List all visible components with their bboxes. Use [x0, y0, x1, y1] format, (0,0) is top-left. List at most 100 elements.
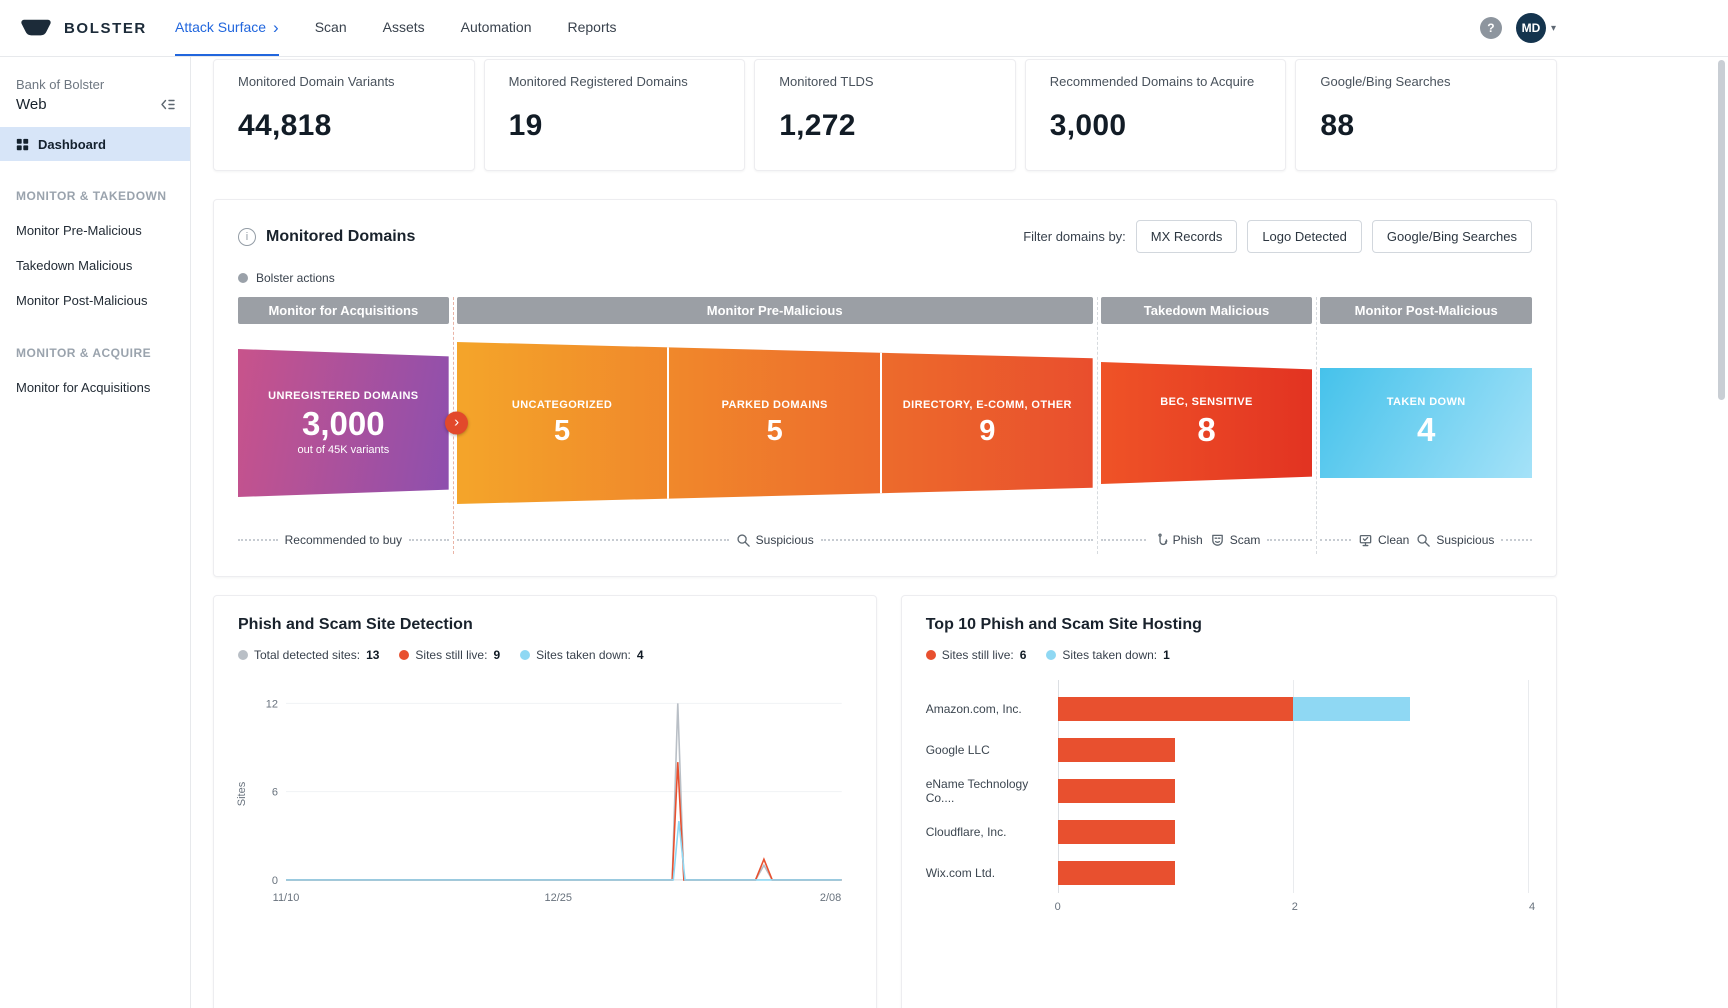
sidebar-item-monitor-for-acquisitions[interactable]: Monitor for Acquisitions: [0, 370, 190, 405]
sidebar: Bank of Bolster Web Dashboard MONITOR & …: [0, 57, 191, 1008]
funnel-segment-uncategorized[interactable]: UNCATEGORIZED 5: [457, 342, 670, 504]
column-footer: Recommended to buy: [238, 526, 449, 554]
nav-item-label: Automation: [461, 19, 532, 35]
stat-label: Monitored Registered Domains: [509, 74, 721, 89]
org-name: Bank of Bolster: [0, 57, 190, 94]
stat-card-monitored-domain-variants: Monitored Domain Variants 44,818: [213, 59, 475, 171]
x-tick-label: 0: [1055, 901, 1061, 913]
legend-dot: [399, 650, 409, 660]
legend-sites-still-live: Sites still live: 6: [926, 648, 1027, 662]
stat-card-monitored-registered-domains: Monitored Registered Domains 19: [484, 59, 746, 171]
block-value: 4: [1417, 411, 1435, 449]
sidebar-item-monitor-post-malicious[interactable]: Monitor Post-Malicious: [0, 283, 190, 318]
legend-sites-taken-down: Sites taken down: 1: [1046, 648, 1169, 662]
sidebar-item-dashboard[interactable]: Dashboard: [0, 127, 190, 161]
brand[interactable]: BOLSTER: [0, 0, 175, 56]
line-chart-svg: 061211/1012/252/08: [252, 686, 852, 908]
segment-label: PARKED DOMAINS: [722, 399, 828, 411]
nav-item-scan[interactable]: Scan: [315, 0, 347, 56]
chevron-down-icon: ▾: [1551, 23, 1556, 34]
bar-x-axis: 024: [1058, 901, 1532, 917]
stat-value: 88: [1320, 109, 1532, 143]
sidebar-item-label: Dashboard: [38, 137, 106, 152]
avatar[interactable]: MD: [1516, 13, 1546, 43]
stats-row: Monitored Domain Variants 44,818 Monitor…: [213, 59, 1557, 171]
info-icon[interactable]: i: [238, 228, 256, 246]
hosting-legend: Sites still live: 6 Sites taken down: 1: [926, 648, 1532, 662]
nav-item-assets[interactable]: Assets: [383, 0, 425, 56]
nav-right: ? MD ▾: [1480, 0, 1728, 56]
scrollbar[interactable]: [1718, 60, 1725, 400]
segment-value: 5: [554, 415, 570, 448]
stat-label: Google/Bing Searches: [1320, 74, 1532, 89]
legend-sites-still-live: Sites still live: 9: [399, 648, 500, 662]
legend-dot: [1046, 650, 1056, 660]
dotted-leader: [409, 539, 449, 541]
footer-label: Scam: [1230, 533, 1261, 547]
dotted-leader: [1267, 539, 1312, 541]
nav-item-reports[interactable]: Reports: [567, 0, 616, 56]
clean-indicator: Clean: [1358, 533, 1409, 548]
legend-label: Sites still live:: [942, 648, 1014, 662]
funnel-block-bec-sensitive[interactable]: BEC, SENSITIVE 8: [1101, 362, 1313, 484]
sidebar-item-monitor-pre-malicious[interactable]: Monitor Pre-Malicious: [0, 213, 190, 248]
filter-bar: Filter domains by: MX Records Logo Detec…: [1023, 220, 1532, 253]
top-nav: BOLSTER Attack Surface › Scan Assets Aut…: [0, 0, 1728, 57]
column-footer: Clean Suspicious: [1320, 526, 1532, 554]
funnel-segment-directory-ecomm-other[interactable]: DIRECTORY, E-COMM, OTHER 9: [882, 342, 1093, 504]
bar-track: [1058, 697, 1528, 721]
column-takedown-malicious: Takedown Malicious BEC, SENSITIVE 8 Phis…: [1101, 297, 1313, 554]
dotted-leader: [1501, 539, 1532, 541]
funnel-block-taken-down[interactable]: TAKEN DOWN 4: [1320, 368, 1532, 478]
bar-segment: [1293, 697, 1411, 721]
footer-label: Suspicious: [756, 533, 814, 547]
nav-item-label: Assets: [383, 19, 425, 35]
stat-label: Recommended Domains to Acquire: [1050, 74, 1262, 89]
help-icon[interactable]: ?: [1480, 17, 1502, 39]
stat-card-recommended-domains: Recommended Domains to Acquire 3,000: [1025, 59, 1287, 171]
user-menu[interactable]: MD ▾: [1516, 13, 1556, 43]
legend-dot: [926, 650, 936, 660]
block-value: 3,000: [302, 405, 385, 443]
funnel: Monitor for Acquisitions UNREGISTERED DO…: [238, 297, 1532, 554]
column-header: Monitor Post-Malicious: [1320, 297, 1532, 324]
detection-legend: Total detected sites: 13 Sites still liv…: [238, 648, 852, 662]
bar-track: [1058, 738, 1528, 762]
detection-line-chart: Sites 061211/1012/252/08: [238, 686, 852, 908]
legend-value: 4: [637, 648, 644, 662]
nav-item-attack-surface[interactable]: Attack Surface ›: [175, 0, 279, 56]
sidebar-item-takedown-malicious[interactable]: Takedown Malicious: [0, 248, 190, 283]
block-subtext: out of 45K variants: [297, 444, 389, 456]
sidebar-collapse-icon[interactable]: [159, 97, 176, 112]
stat-card-google-bing-searches: Google/Bing Searches 88: [1295, 59, 1557, 171]
funnel-arrow-button[interactable]: ›: [445, 412, 468, 435]
scam-indicator: Scam: [1210, 533, 1261, 548]
bar-row: eName Technology Co....: [926, 770, 1532, 811]
nav-item-label: Reports: [567, 19, 616, 35]
nav-item-automation[interactable]: Automation: [461, 0, 532, 56]
legend-value: 6: [1020, 648, 1027, 662]
segment-value: 9: [979, 415, 995, 448]
filter-google-bing-button[interactable]: Google/Bing Searches: [1372, 220, 1532, 253]
bar-row: Google LLC: [926, 729, 1532, 770]
block-label: TAKEN DOWN: [1387, 396, 1466, 408]
dotted-leader: [238, 539, 278, 541]
stat-value: 19: [509, 109, 721, 143]
top-hosting-card: Top 10 Phish and Scam Site Hosting Sites…: [901, 595, 1557, 1008]
filter-label: Filter domains by:: [1023, 229, 1126, 244]
bar-segment: [1058, 861, 1176, 885]
phish-scam-detection-card: Phish and Scam Site Detection Total dete…: [213, 595, 877, 1008]
bar-category-label: Amazon.com, Inc.: [926, 702, 1058, 716]
dashboard-icon: [16, 138, 29, 151]
workspace-name: Web: [16, 96, 47, 113]
stat-label: Monitored TLDS: [779, 74, 991, 89]
funnel-segment-parked-domains[interactable]: PARKED DOMAINS 5: [669, 342, 882, 504]
segment-value: 5: [767, 415, 783, 448]
filter-mx-records-button[interactable]: MX Records: [1136, 220, 1238, 253]
funnel-block-unregistered-domains[interactable]: UNREGISTERED DOMAINS 3,000 out of 45K va…: [238, 349, 449, 497]
stat-value: 3,000: [1050, 109, 1262, 143]
legend-label: Total detected sites:: [254, 648, 360, 662]
dotted-leader: [457, 539, 729, 541]
phish-hook-icon: [1153, 533, 1168, 548]
filter-logo-detected-button[interactable]: Logo Detected: [1247, 220, 1362, 253]
